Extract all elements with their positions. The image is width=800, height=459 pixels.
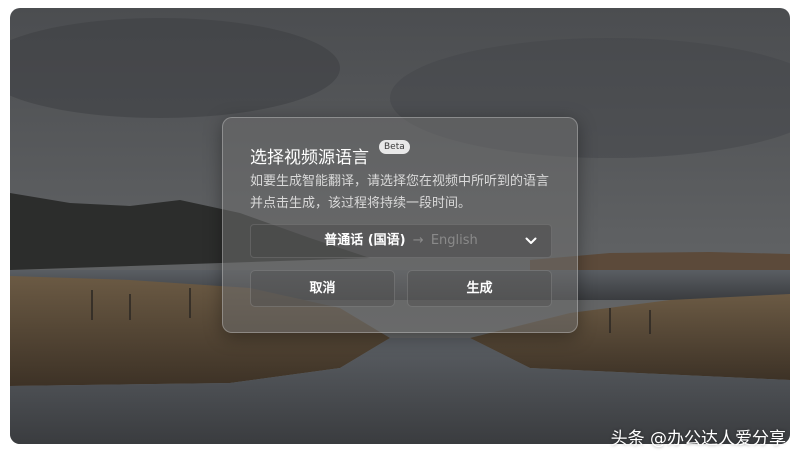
chevron-down-icon[interactable] — [525, 236, 537, 246]
watermark: 头条 @办公达人爱分享 — [610, 429, 786, 449]
source-language-label: 普通话 (国语) — [324, 233, 406, 248]
target-language-label: English — [430, 233, 478, 248]
cancel-button[interactable]: 取消 — [250, 270, 395, 307]
source-language-dialog: 选择视频源语言 Beta 如要生成智能翻译，请选择您在视频中所听到的语言并点击生… — [222, 117, 578, 333]
generate-button[interactable]: 生成 — [407, 270, 552, 307]
dialog-description: 如要生成智能翻译，请选择您在视频中所听到的语言并点击生成，该过程将持续一段时间。 — [250, 174, 550, 211]
language-select[interactable]: 普通话 (国语) → English — [250, 224, 552, 258]
dialog-title: 选择视频源语言 — [250, 148, 369, 168]
beta-badge: Beta — [379, 140, 410, 154]
arrow-right-icon: → — [412, 233, 424, 248]
